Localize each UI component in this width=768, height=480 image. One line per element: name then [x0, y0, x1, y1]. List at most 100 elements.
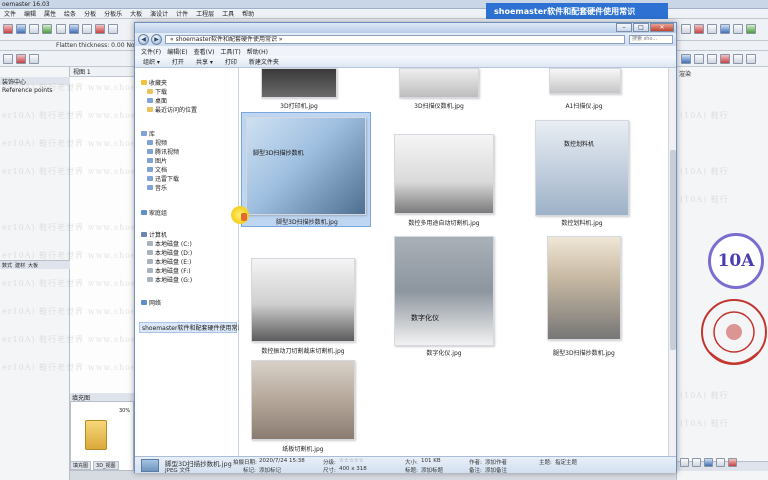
print-button[interactable]: 打印 — [225, 57, 237, 66]
tool-icon[interactable] — [29, 24, 39, 34]
rating-stars[interactable]: ☆☆☆☆☆ — [339, 458, 364, 464]
tool-icon[interactable] — [746, 54, 756, 64]
tool-icon[interactable] — [82, 24, 92, 34]
menu-help[interactable]: 帮助(H) — [247, 47, 268, 56]
new-folder-button[interactable]: 新建文件夹 — [249, 57, 279, 66]
tool-icon[interactable] — [728, 458, 737, 467]
nav-disk-d[interactable]: 本地磁盘 (D:) — [147, 248, 192, 257]
app-menu-item[interactable]: 工具 — [222, 9, 234, 18]
nav-downloads[interactable]: 下载 — [147, 87, 167, 96]
file-item[interactable]: 数控划料机 数控划料机.jpg — [527, 120, 637, 228]
close-button[interactable]: ✕ — [650, 23, 674, 32]
details-comment[interactable]: 添加备注 — [485, 466, 507, 474]
details-title[interactable]: 添加标题 — [421, 466, 443, 474]
tool-icon[interactable] — [42, 24, 52, 34]
forward-button[interactable]: ▶ — [151, 34, 162, 45]
share-button[interactable]: 共享 ▾ — [196, 57, 213, 66]
thumbnail-tab[interactable]: 填充图 — [70, 461, 92, 470]
menu-view[interactable]: 查看(V) — [194, 47, 215, 56]
tool-icon[interactable] — [3, 24, 13, 34]
search-input[interactable]: 搜索 sho... — [629, 35, 673, 44]
app-menu-item[interactable]: 帮助 — [242, 9, 254, 18]
tool-icon[interactable] — [16, 54, 26, 64]
nav-desktop[interactable]: 桌面 — [147, 96, 167, 105]
app-menu-item[interactable]: 计件 — [176, 9, 188, 18]
nav-network[interactable]: 网络 — [141, 298, 161, 307]
view-selector[interactable]: 视图 1 — [70, 67, 134, 77]
file-item[interactable]: 纸板切割机.jpg — [247, 360, 359, 453]
file-item[interactable]: 数字化仪 数字化仪.jpg — [389, 236, 499, 358]
thumbnail-tab[interactable]: 3D_视图 — [93, 461, 119, 470]
nav-videos[interactable]: 视频 — [147, 138, 167, 147]
app-menu-item[interactable]: 大板 — [130, 9, 142, 18]
tool-icon[interactable] — [95, 24, 105, 34]
organize-button[interactable]: 组织 ▾ — [143, 57, 160, 66]
menu-edit[interactable]: 编辑(E) — [167, 47, 187, 56]
nav-current-folder[interactable]: shoemaster软件和配套硬件使用常识 — [139, 322, 243, 333]
tool-icon[interactable] — [692, 458, 701, 467]
tool-icon[interactable] — [694, 24, 704, 34]
maximize-button[interactable]: □ — [633, 23, 649, 32]
tool-icon[interactable] — [720, 54, 730, 64]
app-menu-item[interactable]: 分板乐 — [104, 9, 122, 18]
tool-icon[interactable] — [680, 458, 689, 467]
tool-icon[interactable] — [704, 458, 713, 467]
file-item-selected[interactable]: 脚型3D扫描抄数机 脚型3D扫描抄数机.jpg — [241, 112, 371, 227]
nav-tencent-video[interactable]: 腾讯视频 — [147, 147, 179, 156]
back-button[interactable]: ◀ — [138, 34, 149, 45]
file-list[interactable]: 3D打印机.jpg 3D扫描仪数机.jpg A1扫描仪.jpg 脚型3D扫描抄数… — [239, 68, 668, 456]
tool-icon[interactable] — [707, 24, 717, 34]
file-item[interactable]: 3D扫描仪数机.jpg — [389, 68, 489, 110]
tool-icon[interactable] — [681, 54, 691, 64]
nav-homegroup[interactable]: 家庭组 — [141, 208, 167, 217]
menu-tools[interactable]: 工具(T) — [220, 47, 240, 56]
scroll-thumb[interactable] — [670, 150, 676, 350]
tool-icon[interactable] — [3, 54, 13, 64]
address-bar[interactable]: « shoemaster软件和配套硬件使用常识 » — [165, 35, 625, 44]
minimize-button[interactable]: – — [616, 23, 632, 32]
tool-icon[interactable] — [733, 54, 743, 64]
tool-icon[interactable] — [56, 24, 66, 34]
vertical-scrollbar[interactable] — [668, 68, 676, 456]
tool-icon[interactable] — [694, 54, 704, 64]
open-button[interactable]: 打开 — [172, 57, 184, 66]
file-item[interactable]: 腿型3D扫描抄数机.jpg — [529, 236, 639, 358]
tool-icon[interactable] — [746, 24, 756, 34]
nav-music[interactable]: 音乐 — [147, 183, 167, 192]
tool-icon[interactable] — [707, 54, 717, 64]
tool-icon[interactable] — [69, 24, 79, 34]
app-menu-item[interactable]: 分板 — [84, 9, 96, 18]
nav-libraries[interactable]: 库 — [141, 129, 155, 138]
file-item[interactable]: 数控多用途自动切割机.jpg — [389, 134, 499, 229]
nav-favorites[interactable]: 收藏夹 — [141, 78, 167, 87]
explorer-titlebar[interactable]: – □ ✕ — [135, 23, 676, 33]
nav-disk-f[interactable]: 本地磁盘 (F:) — [147, 266, 191, 275]
tool-icon[interactable] — [733, 24, 743, 34]
file-item[interactable]: 数控振动刀切割裁床切割机.jpg — [247, 258, 359, 358]
tool-icon[interactable] — [716, 458, 725, 467]
left-tab[interactable]: 数式 — [2, 262, 12, 269]
tool-icon[interactable] — [16, 24, 26, 34]
details-authors[interactable]: 添加作者 — [485, 458, 507, 466]
left-tab[interactable]: 大板 — [28, 262, 38, 269]
app-menu-item[interactable]: 编辑 — [24, 9, 36, 18]
nav-documents[interactable]: 文档 — [147, 165, 167, 174]
tool-icon[interactable] — [108, 24, 118, 34]
nav-disk-c[interactable]: 本地磁盘 (C:) — [147, 239, 192, 248]
nav-pictures[interactable]: 图片 — [147, 156, 167, 165]
file-item[interactable]: A1扫描仪.jpg — [529, 68, 639, 110]
details-tags[interactable]: 添加标记 — [259, 466, 281, 474]
details-subject[interactable]: 指定主题 — [555, 458, 577, 466]
app-menu-item[interactable]: 属性 — [44, 9, 56, 18]
tool-icon[interactable] — [681, 24, 691, 34]
nav-recent[interactable]: 最近访问的位置 — [147, 105, 197, 114]
nav-disk-e[interactable]: 本地磁盘 (E:) — [147, 257, 191, 266]
tool-icon[interactable] — [720, 24, 730, 34]
menu-file[interactable]: 文件(F) — [141, 47, 161, 56]
nav-disk-g[interactable]: 本地磁盘 (G:) — [147, 275, 192, 284]
tool-icon[interactable] — [29, 54, 39, 64]
app-menu-item[interactable]: 文件 — [4, 9, 16, 18]
app-menu-item[interactable]: 绘条 — [64, 9, 76, 18]
nav-computer[interactable]: 计算机 — [141, 230, 167, 239]
left-tab[interactable]: 建材 — [15, 262, 25, 269]
